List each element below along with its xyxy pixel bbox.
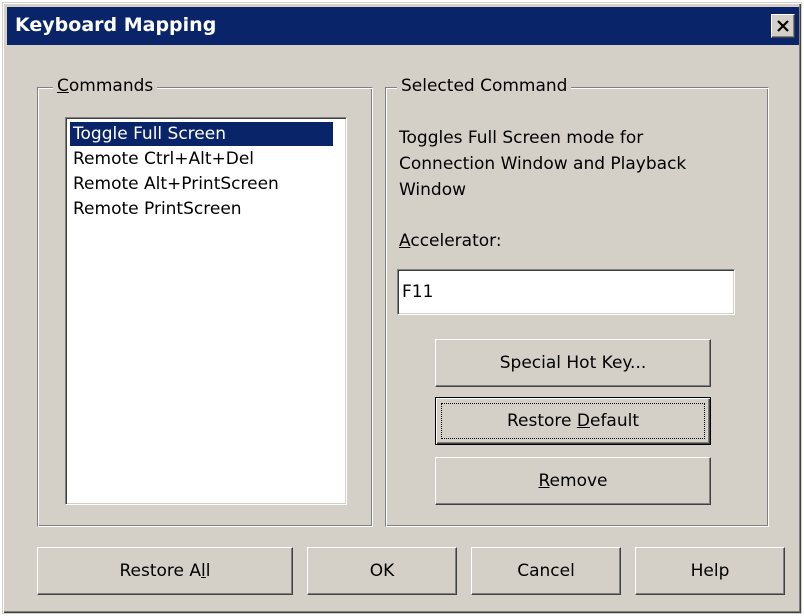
commands-listbox[interactable]: Toggle Full Screen Remote Ctrl+Alt+Del R…: [65, 117, 347, 505]
list-item[interactable]: Remote Alt+PrintScreen: [70, 172, 282, 196]
close-icon: [777, 20, 789, 32]
selected-command-legend: Selected Command: [397, 76, 572, 96]
accelerator-input[interactable]: [397, 269, 735, 315]
special-hot-key-button[interactable]: Special Hot Key...: [435, 339, 711, 387]
cancel-button[interactable]: Cancel: [471, 547, 621, 595]
commands-legend: Commands: [53, 76, 158, 96]
list-item[interactable]: Toggle Full Screen: [70, 122, 333, 146]
window-title: Keyboard Mapping: [15, 14, 217, 36]
command-description: Toggles Full Screen mode for Connection …: [399, 128, 687, 200]
restore-all-button[interactable]: Restore All: [37, 547, 293, 595]
remove-button[interactable]: Remove: [435, 457, 711, 505]
accelerator-label: Accelerator:: [399, 231, 502, 251]
help-button[interactable]: Help: [635, 547, 785, 595]
keyboard-mapping-dialog: Keyboard Mapping Commands Toggle Full Sc…: [2, 2, 802, 614]
close-button[interactable]: [771, 14, 795, 38]
title-bar[interactable]: Keyboard Mapping: [7, 7, 799, 45]
list-item[interactable]: Remote PrintScreen: [70, 197, 245, 221]
ok-button[interactable]: OK: [307, 547, 457, 595]
list-item[interactable]: Remote Ctrl+Alt+Del: [70, 147, 257, 171]
restore-default-button[interactable]: Restore Default: [435, 397, 711, 445]
